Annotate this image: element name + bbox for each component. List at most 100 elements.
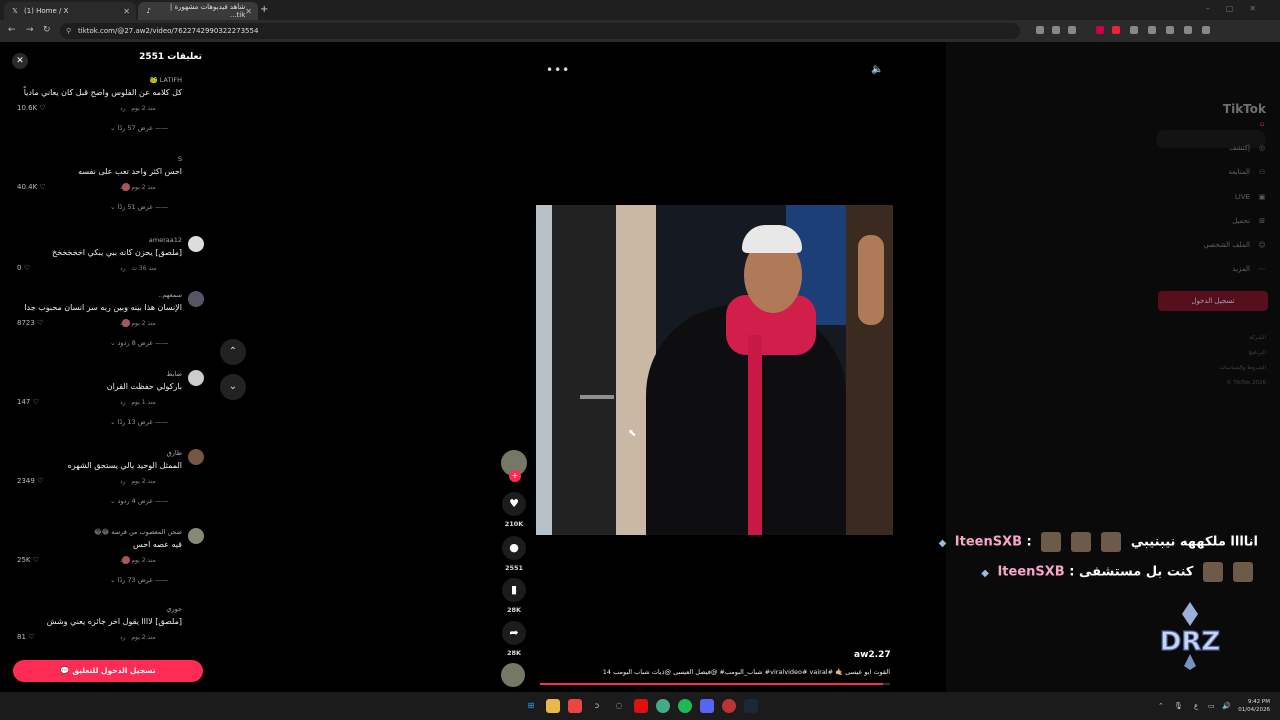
nav-home[interactable]: ⌂: [1250, 120, 1268, 128]
extension-icon[interactable]: [1184, 26, 1192, 34]
tab-x-home[interactable]: 𝕏 (1) Home / X ✕: [4, 2, 136, 20]
language-indicator[interactable]: ع: [1194, 702, 1198, 710]
tray-chevron-icon[interactable]: ⌃: [1158, 702, 1164, 710]
comment-user[interactable]: ameraa12: [149, 236, 182, 244]
volume-icon[interactable]: 🔊: [1222, 702, 1231, 710]
network-icon[interactable]: ▭: [1208, 702, 1215, 710]
nav-item[interactable]: ☺الملف الشخصي: [1203, 241, 1268, 249]
app-icon[interactable]: ↄ: [590, 699, 604, 713]
more-options-button[interactable]: •••: [546, 63, 570, 77]
footer-link[interactable]: الشروط والسياسات: [1220, 365, 1266, 371]
comment-likes[interactable]: 147 ♡: [17, 398, 39, 406]
view-replies-button[interactable]: —— عرض 4 ردود ⌄: [110, 497, 168, 505]
login-button[interactable]: تسجيل الدخول: [1158, 291, 1268, 311]
reply-link[interactable]: رد: [120, 265, 126, 272]
avatar[interactable]: [188, 605, 204, 621]
avatar[interactable]: [188, 370, 204, 386]
comment-likes[interactable]: 10.6K ♡: [17, 104, 46, 112]
window-controls[interactable]: –▢✕: [1206, 4, 1272, 13]
forward-icon[interactable]: →: [26, 25, 34, 35]
close-icon[interactable]: ✕: [12, 53, 28, 69]
footer-link[interactable]: الشركة: [1249, 335, 1266, 341]
nav-item[interactable]: ⊞تحميل: [1232, 217, 1268, 225]
comment-user[interactable]: ضابط: [167, 370, 182, 378]
avatar[interactable]: [188, 155, 204, 171]
extension-icon[interactable]: [1096, 26, 1104, 34]
reply-link[interactable]: رد: [120, 634, 126, 641]
extension-icon[interactable]: [1166, 26, 1174, 34]
steam-icon[interactable]: [744, 699, 758, 713]
reply-link[interactable]: رد: [120, 478, 126, 485]
app-icon[interactable]: [722, 699, 736, 713]
comment-user[interactable]: جوري: [166, 605, 182, 613]
next-video-button[interactable]: ⌄: [220, 374, 246, 400]
app-icon[interactable]: ◌: [612, 699, 626, 713]
comment-user[interactable]: LATIFH 🐸: [150, 76, 182, 84]
nav-item[interactable]: ⋯المزيد: [1232, 265, 1268, 273]
like-button[interactable]: ♥: [502, 492, 526, 516]
extension-icon[interactable]: [1202, 26, 1210, 34]
reply-link[interactable]: رد: [120, 320, 126, 327]
footer-link[interactable]: البرنامج: [1248, 350, 1266, 356]
video-progress-bar[interactable]: [540, 683, 890, 685]
view-replies-button[interactable]: —— عرض 13 ردًا ⌄: [110, 418, 168, 426]
nav-item[interactable]: ◎إكتشف: [1229, 144, 1268, 152]
bookmark-star-icon[interactable]: [1068, 26, 1076, 34]
comment-button[interactable]: ●: [502, 536, 526, 560]
chrome-icon[interactable]: [656, 699, 670, 713]
extension-icon[interactable]: [1036, 26, 1044, 34]
previous-video-button[interactable]: ⌃: [220, 339, 246, 365]
brave-browser-icon[interactable]: [568, 699, 582, 713]
tab-tiktok[interactable]: ♪ شاهد فيديوهات مشهورة | tik... ✕: [138, 2, 258, 20]
comment-likes[interactable]: 25K ♡: [17, 556, 39, 564]
comment-likes[interactable]: 2349 ♡: [17, 477, 43, 485]
avatar[interactable]: [188, 528, 204, 544]
comment-likes[interactable]: 8723 ♡: [17, 319, 43, 327]
login-to-comment-button[interactable]: 💬 تسجيل الدخول للتعليق: [13, 660, 203, 682]
tiktok-logo[interactable]: TikTok: [1223, 102, 1266, 116]
follow-plus-icon[interactable]: +: [509, 470, 521, 482]
reply-link[interactable]: رد: [120, 105, 126, 112]
comment-user[interactable]: S: [178, 155, 182, 163]
comment-user[interactable]: طارق: [167, 449, 182, 457]
reload-icon[interactable]: ↻: [43, 25, 51, 35]
volume-icon[interactable]: 🔈: [871, 64, 883, 75]
site-info-icon[interactable]: ⚲: [66, 23, 71, 39]
share-button[interactable]: ➦: [502, 621, 526, 645]
url-field[interactable]: ⚲ tiktok.com/@27.aw2/video/7622742990322…: [60, 23, 1020, 39]
system-clock[interactable]: 9:42 PM 01/04/2026: [1238, 698, 1270, 714]
new-tab-button[interactable]: +: [260, 4, 268, 15]
comment-user[interactable]: سمعهم..: [158, 291, 182, 299]
tab-close-icon[interactable]: ✕: [245, 7, 252, 16]
comment-likes[interactable]: 0 ♡: [17, 264, 30, 272]
avatar[interactable]: [188, 236, 204, 252]
save-button[interactable]: ▮: [502, 578, 526, 602]
reply-link[interactable]: رد: [120, 557, 126, 564]
video-author[interactable]: aw2.27: [854, 650, 891, 660]
view-replies-button[interactable]: —— عرض 57 ردًا ⌄: [110, 124, 168, 132]
reply-link[interactable]: رد: [120, 399, 126, 406]
extension-icon[interactable]: [1130, 26, 1138, 34]
spotify-icon[interactable]: [678, 699, 692, 713]
netflix-icon[interactable]: [634, 699, 648, 713]
comment-likes[interactable]: 81 ♡: [17, 633, 34, 641]
discord-icon[interactable]: [700, 699, 714, 713]
back-icon[interactable]: ←: [8, 25, 16, 35]
windows-start-icon[interactable]: ⊞: [524, 699, 538, 713]
view-replies-button[interactable]: —— عرض 73 ردًا ⌄: [110, 576, 168, 584]
avatar[interactable]: [188, 449, 204, 465]
file-explorer-icon[interactable]: [546, 699, 560, 713]
music-disc-avatar[interactable]: [501, 663, 525, 687]
view-replies-button[interactable]: —— عرض 8 ردود ⌄: [110, 339, 168, 347]
avatar[interactable]: [188, 291, 204, 307]
view-replies-button[interactable]: —— عرض 51 ردًا ⌄: [110, 203, 168, 211]
reply-link[interactable]: رد: [120, 184, 126, 191]
nav-item[interactable]: ⚇المتابعة: [1229, 168, 1268, 176]
zoom-icon[interactable]: [1052, 26, 1060, 34]
extension-icon[interactable]: [1148, 26, 1156, 34]
tab-close-icon[interactable]: ✕: [123, 7, 130, 16]
extension-icon[interactable]: [1112, 26, 1120, 34]
avatar[interactable]: [188, 76, 204, 92]
mic-icon[interactable]: 🎙: [1174, 702, 1183, 710]
nav-item[interactable]: ▣LIVE: [1235, 193, 1268, 201]
